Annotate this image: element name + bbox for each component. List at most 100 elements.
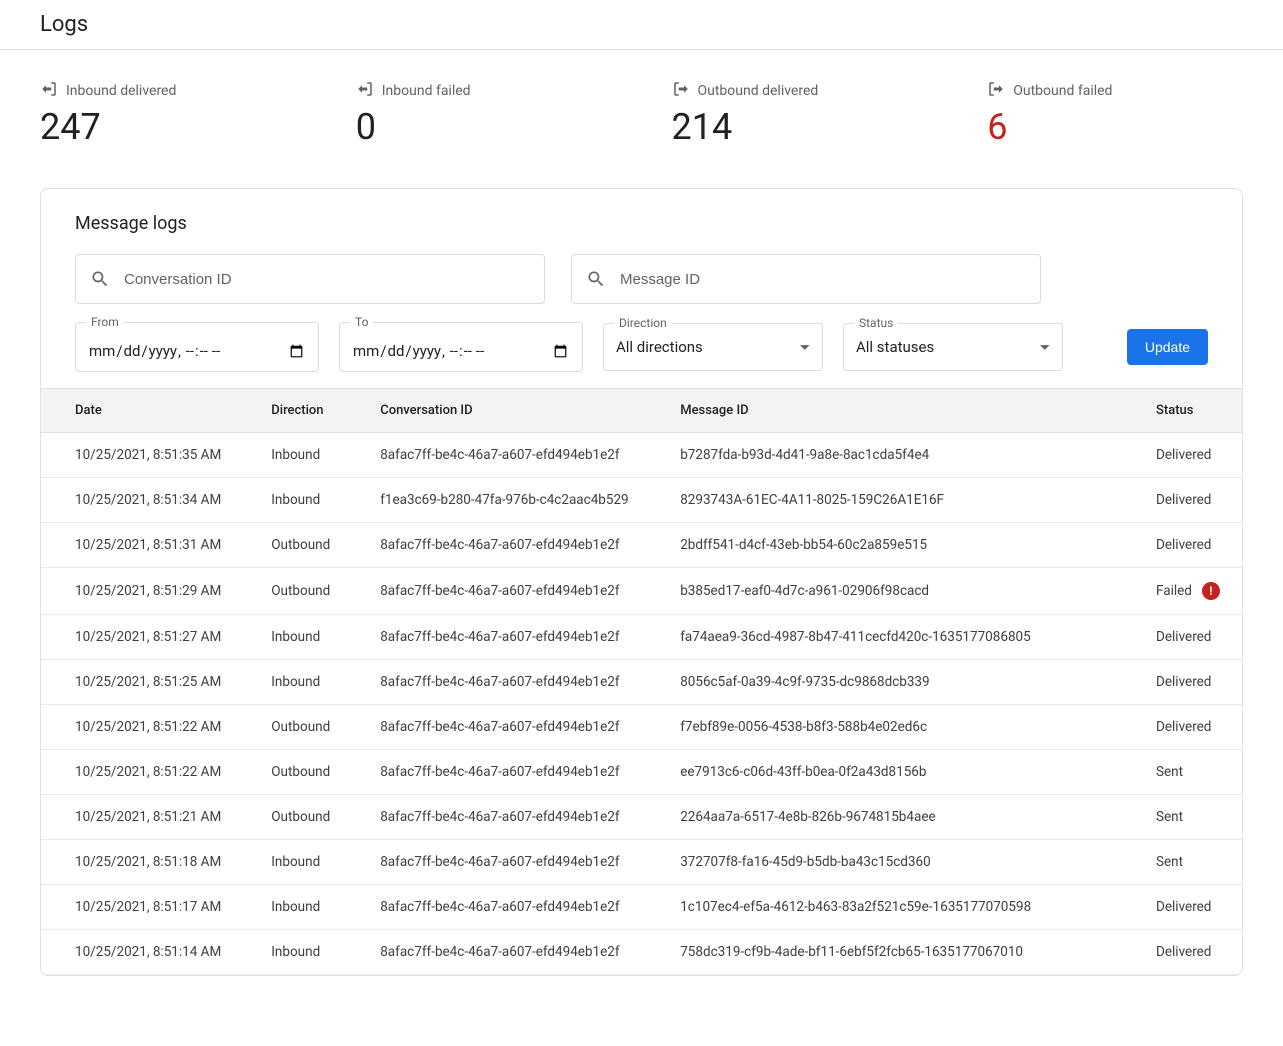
header-conversation[interactable]: Conversation ID xyxy=(346,389,646,433)
cell-status: Sent xyxy=(1122,750,1242,795)
cell-status: Delivered xyxy=(1122,615,1242,660)
cell-conversation: 8afac7ff-be4c-46a7-a607-efd494eb1e2f xyxy=(346,885,646,930)
header-direction[interactable]: Direction xyxy=(237,389,346,433)
cell-date: 10/25/2021, 8:51:22 AM xyxy=(41,705,237,750)
table-row[interactable]: 10/25/2021, 8:51:14 AMInbound8afac7ff-be… xyxy=(41,930,1242,975)
from-date-input[interactable] xyxy=(88,341,306,361)
outbound-icon xyxy=(672,80,690,102)
logs-table: Date Direction Conversation ID Message I… xyxy=(41,388,1242,975)
stat-label-text: Inbound delivered xyxy=(66,83,176,99)
conversation-id-input[interactable] xyxy=(124,271,530,288)
cell-date: 10/25/2021, 8:51:22 AM xyxy=(41,750,237,795)
cell-message: b385ed17-eaf0-4d7c-a961-02906f98cacd xyxy=(646,568,1122,615)
status-text: Delivered xyxy=(1156,899,1211,915)
cell-conversation: 8afac7ff-be4c-46a7-a607-efd494eb1e2f xyxy=(346,705,646,750)
filter-row: From To Direction All directions Status … xyxy=(75,322,1208,372)
cell-status: Delivered xyxy=(1122,705,1242,750)
cell-message: 2bdff541-d4cf-43eb-bb54-60c2a859e515 xyxy=(646,523,1122,568)
stat-label-text: Inbound failed xyxy=(382,83,471,99)
cell-message: 2264aa7a-6517-4e8b-826b-9674815b4aee xyxy=(646,795,1122,840)
stat-card: Outbound failed 6 xyxy=(987,80,1243,148)
cell-date: 10/25/2021, 8:51:21 AM xyxy=(41,795,237,840)
header-status[interactable]: Status xyxy=(1122,389,1242,433)
status-text: Failed xyxy=(1156,583,1192,599)
cell-direction: Outbound xyxy=(237,568,346,615)
stat-card: Outbound delivered214 xyxy=(672,80,928,148)
status-text: Delivered xyxy=(1156,629,1211,645)
table-header-row: Date Direction Conversation ID Message I… xyxy=(41,389,1242,433)
table-row[interactable]: 10/25/2021, 8:51:17 AMInbound8afac7ff-be… xyxy=(41,885,1242,930)
status-text: Delivered xyxy=(1156,447,1211,463)
cell-date: 10/25/2021, 8:51:34 AM xyxy=(41,478,237,523)
stats-row: Inbound delivered247 Inbound failed 0 Outbo… xyxy=(40,80,1243,148)
table-row[interactable]: 10/25/2021, 8:51:31 AMOutbound8afac7ff-b… xyxy=(41,523,1242,568)
table-row[interactable]: 10/25/2021, 8:51:21 AMOutbound8afac7ff-b… xyxy=(41,795,1242,840)
cell-direction: Inbound xyxy=(237,615,346,660)
direction-label: Direction xyxy=(614,316,672,330)
status-select[interactable]: Status All statuses xyxy=(843,323,1063,371)
cell-direction: Inbound xyxy=(237,930,346,975)
stat-value: 0 xyxy=(356,106,612,148)
status-text: Delivered xyxy=(1156,944,1211,960)
cell-date: 10/25/2021, 8:51:35 AM xyxy=(41,433,237,478)
dropdown-icon xyxy=(1040,345,1050,350)
from-date-field[interactable]: From xyxy=(75,322,319,372)
table-row[interactable]: 10/25/2021, 8:51:34 AMInboundf1ea3c69-b2… xyxy=(41,478,1242,523)
header-date[interactable]: Date xyxy=(41,389,237,433)
cell-direction: Inbound xyxy=(237,885,346,930)
status-text: Sent xyxy=(1156,854,1183,870)
dropdown-icon xyxy=(800,345,810,350)
search-row xyxy=(75,254,1208,304)
cell-conversation: 8afac7ff-be4c-46a7-a607-efd494eb1e2f xyxy=(346,660,646,705)
stat-card: Inbound failed 0 xyxy=(356,80,612,148)
status-text: Delivered xyxy=(1156,674,1211,690)
status-text: Delivered xyxy=(1156,537,1211,553)
cell-conversation: 8afac7ff-be4c-46a7-a607-efd494eb1e2f xyxy=(346,568,646,615)
cell-message: 8293743A-61EC-4A11-8025-159C26A1E16F xyxy=(646,478,1122,523)
update-button[interactable]: Update xyxy=(1127,329,1208,365)
table-row[interactable]: 10/25/2021, 8:51:22 AMOutbound8afac7ff-b… xyxy=(41,705,1242,750)
cell-status: Delivered xyxy=(1122,885,1242,930)
stat-label: Outbound failed xyxy=(987,80,1243,102)
cell-direction: Outbound xyxy=(237,523,346,568)
status-text: Delivered xyxy=(1156,719,1211,735)
card-title: Message logs xyxy=(75,213,1208,234)
status-value: All statuses xyxy=(856,338,1040,356)
table-row[interactable]: 10/25/2021, 8:51:35 AMInbound8afac7ff-be… xyxy=(41,433,1242,478)
to-date-input[interactable] xyxy=(352,341,570,361)
stat-value: 6 xyxy=(987,106,1243,148)
cell-message: f7ebf89e-0056-4538-b8f3-588b4e02ed6c xyxy=(646,705,1122,750)
cell-conversation: 8afac7ff-be4c-46a7-a607-efd494eb1e2f xyxy=(346,795,646,840)
stat-card: Inbound delivered247 xyxy=(40,80,296,148)
cell-direction: Inbound xyxy=(237,660,346,705)
cell-conversation: f1ea3c69-b280-47fa-976b-c4c2aac4b529 xyxy=(346,478,646,523)
cell-direction: Inbound xyxy=(237,840,346,885)
table-row[interactable]: 10/25/2021, 8:51:27 AMInbound8afac7ff-be… xyxy=(41,615,1242,660)
table-row[interactable]: 10/25/2021, 8:51:22 AMOutbound8afac7ff-b… xyxy=(41,750,1242,795)
search-message-field[interactable] xyxy=(571,254,1041,304)
cell-conversation: 8afac7ff-be4c-46a7-a607-efd494eb1e2f xyxy=(346,433,646,478)
cell-conversation: 8afac7ff-be4c-46a7-a607-efd494eb1e2f xyxy=(346,750,646,795)
cell-direction: Outbound xyxy=(237,750,346,795)
cell-message: fa74aea9-36cd-4987-8b47-411cecfd420c-163… xyxy=(646,615,1122,660)
cell-date: 10/25/2021, 8:51:14 AM xyxy=(41,930,237,975)
stat-label: Inbound failed xyxy=(356,80,612,102)
table-row[interactable]: 10/25/2021, 8:51:25 AMInbound8afac7ff-be… xyxy=(41,660,1242,705)
table-row[interactable]: 10/25/2021, 8:51:29 AMOutbound8afac7ff-b… xyxy=(41,568,1242,615)
to-date-field[interactable]: To xyxy=(339,322,583,372)
cell-date: 10/25/2021, 8:51:18 AM xyxy=(41,840,237,885)
table-row[interactable]: 10/25/2021, 8:51:18 AMInbound8afac7ff-be… xyxy=(41,840,1242,885)
cell-message: 1c107ec4-ef5a-4612-b463-83a2f521c59e-163… xyxy=(646,885,1122,930)
search-conversation-field[interactable] xyxy=(75,254,545,304)
direction-select[interactable]: Direction All directions xyxy=(603,323,823,371)
outbound-icon xyxy=(987,80,1005,102)
cell-message: 372707f8-fa16-45d9-b5db-ba43c15cd360 xyxy=(646,840,1122,885)
message-id-input[interactable] xyxy=(620,271,1026,288)
stat-label-text: Outbound failed xyxy=(1013,83,1112,99)
cell-message: 758dc319-cf9b-4ade-bf11-6ebf5f2fcb65-163… xyxy=(646,930,1122,975)
cell-status: Failed! xyxy=(1122,568,1242,615)
cell-date: 10/25/2021, 8:51:17 AM xyxy=(41,885,237,930)
header-message[interactable]: Message ID xyxy=(646,389,1122,433)
cell-direction: Inbound xyxy=(237,433,346,478)
search-icon xyxy=(90,269,110,289)
